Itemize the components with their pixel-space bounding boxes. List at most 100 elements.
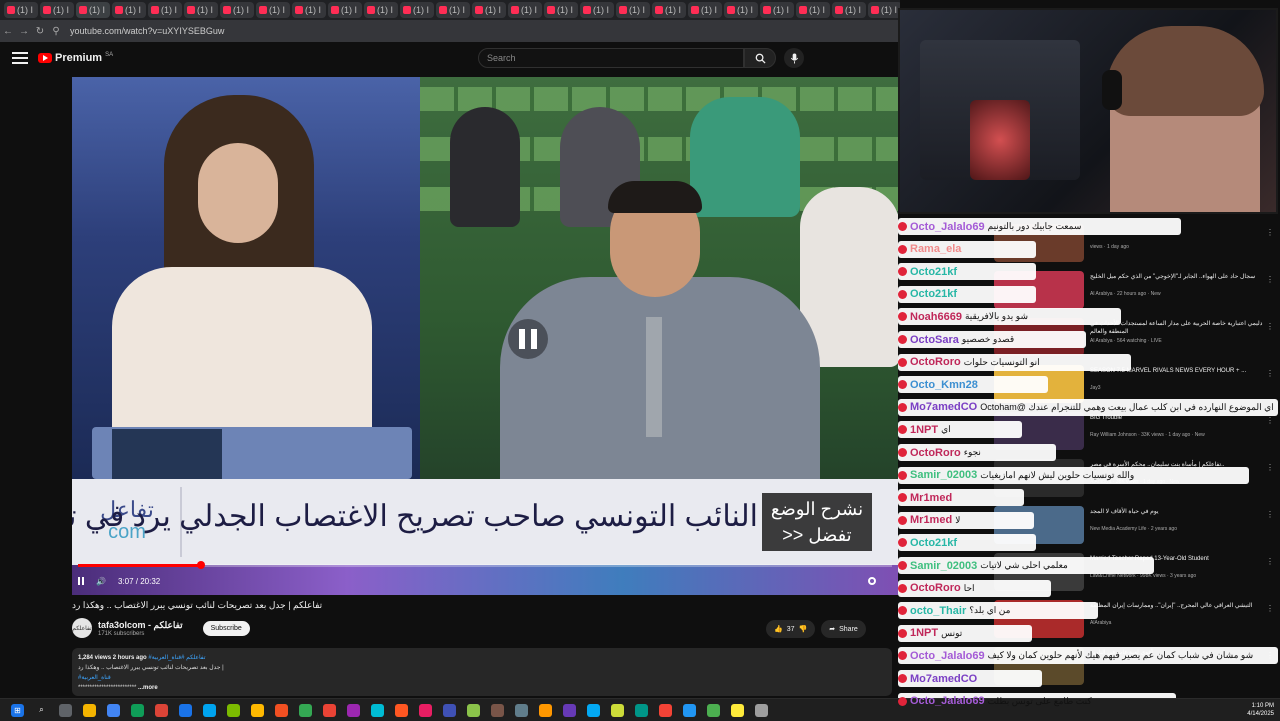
browser-tab[interactable]: (1) I [40, 2, 74, 18]
stream-chat-overlay: Octo_Jalalo69 سمعت جابيك دور بالتونيم Rama… [898, 216, 1280, 720]
taskbar-app-icon[interactable] [107, 703, 120, 717]
taskbar-app-icon[interactable] [59, 703, 72, 717]
taskbar-search-icon[interactable]: ⌕ [35, 704, 48, 717]
pause-overlay-icon[interactable] [508, 319, 548, 359]
search-button[interactable] [744, 48, 776, 68]
background-person [690, 97, 800, 217]
youtube-logo[interactable]: Premium SA [38, 52, 113, 64]
pause-icon[interactable] [78, 577, 84, 585]
taskbar-app-icon[interactable] [275, 703, 288, 717]
share-button[interactable]: ➦ Share [821, 620, 866, 638]
channel-avatar[interactable]: تفاعلكم [72, 618, 92, 638]
browser-tab[interactable]: (1) I [472, 2, 506, 18]
progress-scrubber[interactable] [196, 561, 205, 569]
browser-tab[interactable]: (1) I [544, 2, 578, 18]
description-tags-2[interactable]: #قناة_العربية [78, 673, 886, 683]
windows-start-icon[interactable]: ⊞ [11, 703, 24, 717]
taskbar-app-icon[interactable] [731, 703, 744, 717]
browser-tab[interactable]: (1) I [688, 2, 722, 18]
video-title: تفاعلكم | جدل بعد تصريحات لنائب تونسي يب… [72, 600, 323, 610]
browser-tab[interactable]: (1) I [652, 2, 686, 18]
description-box[interactable]: 1,284 views 2 hours ago #تفاعلكم #قناة_ا… [72, 648, 892, 696]
taskbar-app-icon[interactable] [587, 703, 600, 717]
browser-tab[interactable]: (1) I [112, 2, 146, 18]
taskbar-app-icon[interactable] [515, 703, 528, 717]
taskbar-app-icon[interactable] [755, 703, 768, 717]
browser-tab[interactable]: (1) I [148, 2, 182, 18]
channel-name[interactable]: tafa3olcom - تفاعلكم [98, 620, 183, 631]
description-tags[interactable]: #تفاعلكم #قناة_العربية [148, 655, 205, 661]
browser-tab[interactable]: (1) I [436, 2, 470, 18]
browser-tab[interactable]: (1) I [868, 2, 900, 18]
browser-tab[interactable]: (1) I [796, 2, 830, 18]
progress-bar[interactable] [78, 561, 892, 569]
taskbar-app-icon[interactable] [707, 703, 720, 717]
menu-icon[interactable] [12, 52, 28, 64]
volume-icon[interactable]: 🔊 [96, 577, 106, 586]
taskbar-app-icon[interactable] [467, 703, 480, 717]
taskbar-app-icon[interactable] [371, 703, 384, 717]
taskbar-app-icon[interactable] [419, 703, 432, 717]
taskbar-clock[interactable]: 1:10 PM 4/14/2025 [1247, 702, 1274, 718]
taskbar-app-icon[interactable] [251, 703, 264, 717]
browser-tab[interactable]: (1) I [580, 2, 614, 18]
taskbar-app-icon[interactable] [611, 703, 624, 717]
tab-favicon-icon [547, 6, 555, 14]
browser-tab[interactable]: (1) I [760, 2, 794, 18]
back-icon[interactable]: ← [0, 26, 16, 37]
taskbar-app-icon[interactable] [347, 703, 360, 717]
chat-username: OctoRoro [910, 356, 961, 369]
url-field[interactable]: youtube.com/watch?v=uXYIYSEBGuw [70, 26, 224, 36]
tab-favicon-icon [151, 6, 159, 14]
chat-username: Octo21kf [910, 536, 958, 549]
search-input[interactable]: Search [478, 48, 744, 68]
taskbar-app-icon[interactable] [683, 703, 696, 717]
chat-message: Octo_Jalalo69 شو مشان في شباب كمان عم يصي… [898, 647, 1278, 665]
taskbar-app-icon[interactable] [659, 703, 672, 717]
tab-favicon-icon [583, 6, 591, 14]
site-info-icon[interactable]: ⚲ [48, 26, 64, 37]
taskbar-app-icon[interactable] [443, 703, 456, 717]
show-more-link[interactable]: ...more [138, 685, 158, 691]
voice-search-button[interactable] [784, 48, 804, 68]
video-player[interactable]: تفاعل com النائب التونسي صاحب تصريح الاغ… [72, 77, 898, 595]
browser-tab[interactable]: (1) I [4, 2, 38, 18]
browser-tab[interactable]: (1) I [184, 2, 218, 18]
browser-tab[interactable]: (1) I [220, 2, 254, 18]
browser-tab[interactable]: (1) I [400, 2, 434, 18]
taskbar-app-icon[interactable] [539, 703, 552, 717]
taskbar-app-icon[interactable] [131, 703, 144, 717]
browser-tab[interactable]: (1) I [76, 2, 110, 18]
browser-tab[interactable]: (1) I [364, 2, 398, 18]
badge-icon [898, 357, 907, 367]
browser-tab[interactable]: (1) I [616, 2, 650, 18]
reload-icon[interactable]: ↻ [32, 26, 48, 37]
cta-overlay[interactable]: نشرح الوضع تفضل << [762, 493, 872, 551]
chat-message: Octo_Jalalo69 سمعت جابيك دور بالتونيم [898, 218, 1181, 235]
taskbar-app-icon[interactable] [563, 703, 576, 717]
taskbar-app-icon[interactable] [395, 703, 408, 717]
forward-icon[interactable]: → [16, 26, 32, 37]
taskbar-app-icon[interactable] [635, 703, 648, 717]
browser-tab[interactable]: (1) I [328, 2, 362, 18]
tab-favicon-icon [79, 6, 87, 14]
subscribe-button[interactable]: Subscribe [202, 620, 250, 636]
browser-tab[interactable]: (1) I [292, 2, 326, 18]
taskbar-app-icon[interactable] [155, 703, 168, 717]
taskbar-app-icon[interactable] [227, 703, 240, 717]
chat-text: كنت طامع على تونس بطلت [987, 695, 1092, 706]
taskbar-app-icon[interactable] [83, 703, 96, 717]
browser-tab[interactable]: (1) I [832, 2, 866, 18]
thumbs-up-icon[interactable]: 👍 [774, 625, 783, 633]
browser-tab[interactable]: (1) I [256, 2, 290, 18]
taskbar-app-icon[interactable] [323, 703, 336, 717]
settings-gear-icon[interactable] [868, 577, 876, 585]
channel-row: تفاعلكم tafa3olcom - تفاعلكم 171K subscr… [72, 618, 250, 638]
browser-tab[interactable]: (1) I [508, 2, 542, 18]
taskbar-app-icon[interactable] [299, 703, 312, 717]
taskbar-app-icon[interactable] [203, 703, 216, 717]
taskbar-app-icon[interactable] [179, 703, 192, 717]
browser-tab[interactable]: (1) I [724, 2, 758, 18]
thumbs-down-icon[interactable]: 👎 [799, 625, 808, 633]
taskbar-app-icon[interactable] [491, 703, 504, 717]
